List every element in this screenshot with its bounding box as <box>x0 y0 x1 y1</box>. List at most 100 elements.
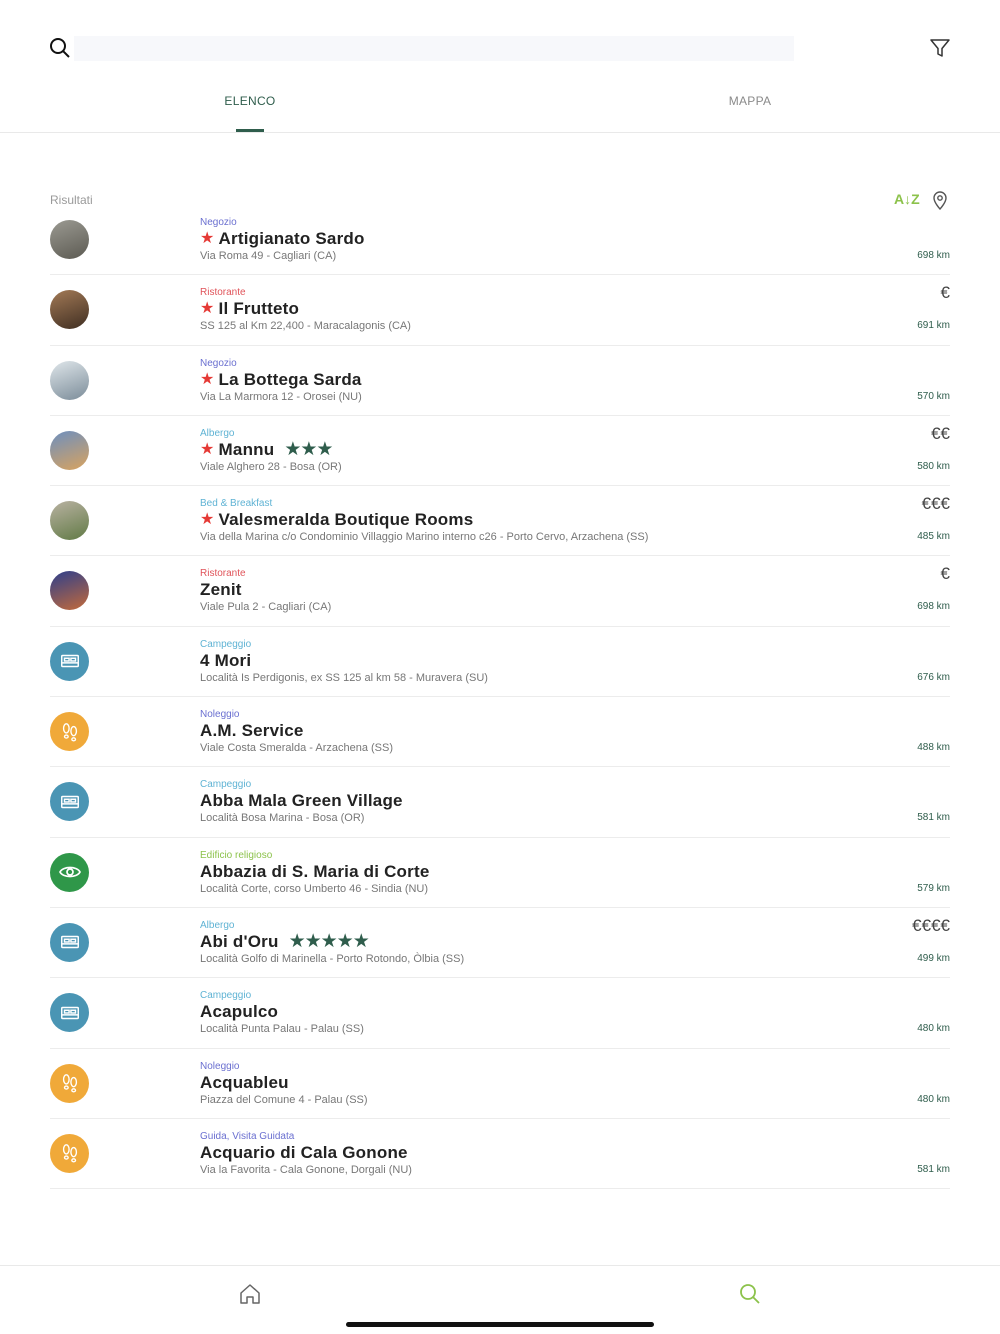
item-name-line: ★ La Bottega Sarda <box>200 370 820 390</box>
list-item[interactable]: Negozio ★ La Bottega Sarda Via La Marmora 1… <box>50 346 950 416</box>
item-name: Abbazia di S. Maria di Corte <box>200 861 430 881</box>
item-name-line: Acquableu <box>200 1073 820 1093</box>
item-name-line: 4 Mori <box>200 651 820 671</box>
tab-elenco-label: ELENCO <box>224 94 276 108</box>
item-distance: 581 km <box>917 812 950 824</box>
bed-icon <box>50 641 89 681</box>
item-name-line: ★ Artigianato Sardo <box>200 229 820 249</box>
item-name-line: Zenit <box>200 580 820 600</box>
list-item[interactable]: Campeggio Acapulco Località Punta Palau - … <box>50 978 950 1049</box>
view-tabs: ELENCO MAPPA <box>0 80 1000 133</box>
list-item[interactable]: Albergo Abi d'Oru ★★★★★ Località Golfo di M… <box>50 908 950 979</box>
item-distance: 698 km <box>917 601 950 613</box>
price-level: € <box>940 283 950 303</box>
item-name: Artigianato Sardo <box>218 229 365 248</box>
item-address: Viale Pula 2 - Cagliari (CA) <box>200 601 332 614</box>
thumbnail-image <box>50 290 89 330</box>
item-name: Acquableu <box>200 1072 289 1092</box>
item-address: Viale Costa Smeralda - Arzachena (SS) <box>200 742 393 755</box>
featured-star-icon: ★ <box>200 230 215 247</box>
featured-star-icon: ★ <box>200 511 215 529</box>
top-bar <box>0 0 1000 80</box>
item-address: SS 125 al Km 22,400 - Maracalagonis (CA) <box>200 320 411 333</box>
item-text: Albergo ★ Mannu ★★★ Viale Alghero 28 - Bosa … <box>200 428 820 474</box>
bed-icon <box>50 993 89 1033</box>
list-item[interactable]: Edificio religioso Abbazia di S. Maria di… <box>50 838 950 908</box>
item-category: Campeggio <box>200 638 252 650</box>
list-item[interactable]: Noleggio A.M. Service Viale Costa Smeralda… <box>50 697 950 768</box>
item-distance: 480 km <box>917 1093 950 1105</box>
item-name: Acquario di Cala Gonone <box>200 1142 408 1162</box>
thumbnail-image <box>50 220 89 259</box>
price-level: € <box>940 564 950 584</box>
search-input[interactable] <box>74 36 794 61</box>
item-name: La Bottega Sarda <box>218 369 362 389</box>
tab-elenco[interactable]: ELENCO <box>0 94 500 108</box>
item-name-line: A.M. Service <box>200 721 820 741</box>
item-address: Piazza del Comune 4 - Palau (SS) <box>200 1093 368 1106</box>
featured-star-icon: ★ <box>200 300 215 318</box>
thumbnail-image <box>50 571 89 611</box>
item-name-line: ★ Il Frutteto <box>200 299 820 319</box>
item-name: Zenit <box>200 580 242 600</box>
bed-icon <box>50 782 89 822</box>
rating-stars-icon: ★★★★★ <box>288 930 370 952</box>
item-category: Negozio <box>200 217 237 228</box>
item-name: Abba Mala Green Village <box>200 791 403 811</box>
search-icon[interactable] <box>48 36 72 60</box>
item-category: Campeggio <box>200 990 252 1002</box>
item-name-line: Abba Mala Green Village <box>200 791 820 811</box>
list-item[interactable]: Ristorante Zenit Viale Pula 2 - Cagliari (… <box>50 556 950 627</box>
list-item[interactable]: Albergo ★ Mannu ★★★ Viale Alghero 28 - Bosa … <box>50 416 950 487</box>
item-address: Via La Marmora 12 - Orosei (NU) <box>200 390 362 403</box>
item-name-line: Abi d'Oru ★★★★★ <box>200 930 820 952</box>
list-item[interactable]: Negozio ★ Artigianato Sardo Via Roma 49 - C… <box>50 205 950 276</box>
list-item[interactable]: Bed & Breakfast ★ Valesmeralda Boutique Ro… <box>50 486 950 557</box>
item-text: Noleggio Acquableu Piazza del Comune 4 - P… <box>200 1061 820 1107</box>
thumbnail-image <box>50 501 89 541</box>
active-tab-indicator <box>236 129 264 132</box>
item-distance: 580 km <box>917 460 950 472</box>
home-icon[interactable] <box>238 1282 262 1306</box>
item-address: Località Corte, corso Umberto 46 - Sindi… <box>200 882 429 895</box>
list-item[interactable]: Guida, Visita Guidata Acquario di Cala Go… <box>50 1119 950 1190</box>
item-category: Bed & Breakfast <box>200 498 273 510</box>
rating-stars-icon: ★★★ <box>284 438 333 460</box>
item-distance: 698 km <box>917 250 950 261</box>
item-text: Ristorante Zenit Viale Pula 2 - Cagliari (… <box>200 568 820 614</box>
item-text: Edificio religioso Abbazia di S. Maria di… <box>200 850 820 896</box>
item-text: Ristorante ★ Il Frutteto SS 125 al Km 22,40… <box>200 287 820 333</box>
item-name: Valesmeralda Boutique Rooms <box>218 510 474 530</box>
item-name: Il Frutteto <box>218 299 300 319</box>
bed-icon <box>50 922 89 962</box>
item-distance: 485 km <box>917 531 950 543</box>
price-level: €€€ <box>921 494 950 514</box>
item-text: Campeggio 4 Mori Località Is Perdigonis, e… <box>200 639 820 685</box>
thumbnail-image <box>50 430 89 470</box>
item-name-line: ★ Mannu ★★★ <box>200 438 820 460</box>
item-category: Negozio <box>200 357 237 369</box>
item-address: Località Is Perdigonis, ex SS 125 al km … <box>200 671 488 684</box>
search-tab-icon[interactable] <box>738 1282 762 1306</box>
item-distance: 499 km <box>917 952 950 964</box>
item-distance: 480 km <box>917 1023 950 1035</box>
item-text: Negozio ★ Artigianato Sardo Via Roma 49 - C… <box>200 217 820 263</box>
eye-icon <box>50 852 89 892</box>
item-text: Noleggio A.M. Service Viale Costa Smeralda… <box>200 709 820 755</box>
item-address: Località Golfo di Marinella - Porto Roto… <box>200 952 465 965</box>
list-item[interactable]: Noleggio Acquableu Piazza del Comune 4 - P… <box>50 1049 950 1119</box>
item-name-line: Abbazia di S. Maria di Corte <box>200 862 820 882</box>
item-address: Viale Alghero 28 - Bosa (OR) <box>200 460 342 473</box>
list-item[interactable]: Campeggio 4 Mori Località Is Perdigonis, e… <box>50 627 950 698</box>
item-category: Noleggio <box>200 709 240 721</box>
item-distance: 570 km <box>917 390 950 402</box>
tab-mappa[interactable]: MAPPA <box>500 94 1000 108</box>
item-category: Guida, Visita Guidata <box>200 1130 295 1142</box>
item-name: Mannu <box>218 439 275 459</box>
footprints-icon <box>50 1133 89 1173</box>
item-address: Via della Marina c/o Condominio Villaggi… <box>200 531 649 544</box>
filter-icon[interactable] <box>928 36 952 60</box>
item-name-line: Acapulco <box>200 1002 820 1022</box>
list-item[interactable]: Ristorante ★ Il Frutteto SS 125 al Km 22,40… <box>50 275 950 346</box>
list-item[interactable]: Campeggio Abba Mala Green Village Località… <box>50 767 950 838</box>
